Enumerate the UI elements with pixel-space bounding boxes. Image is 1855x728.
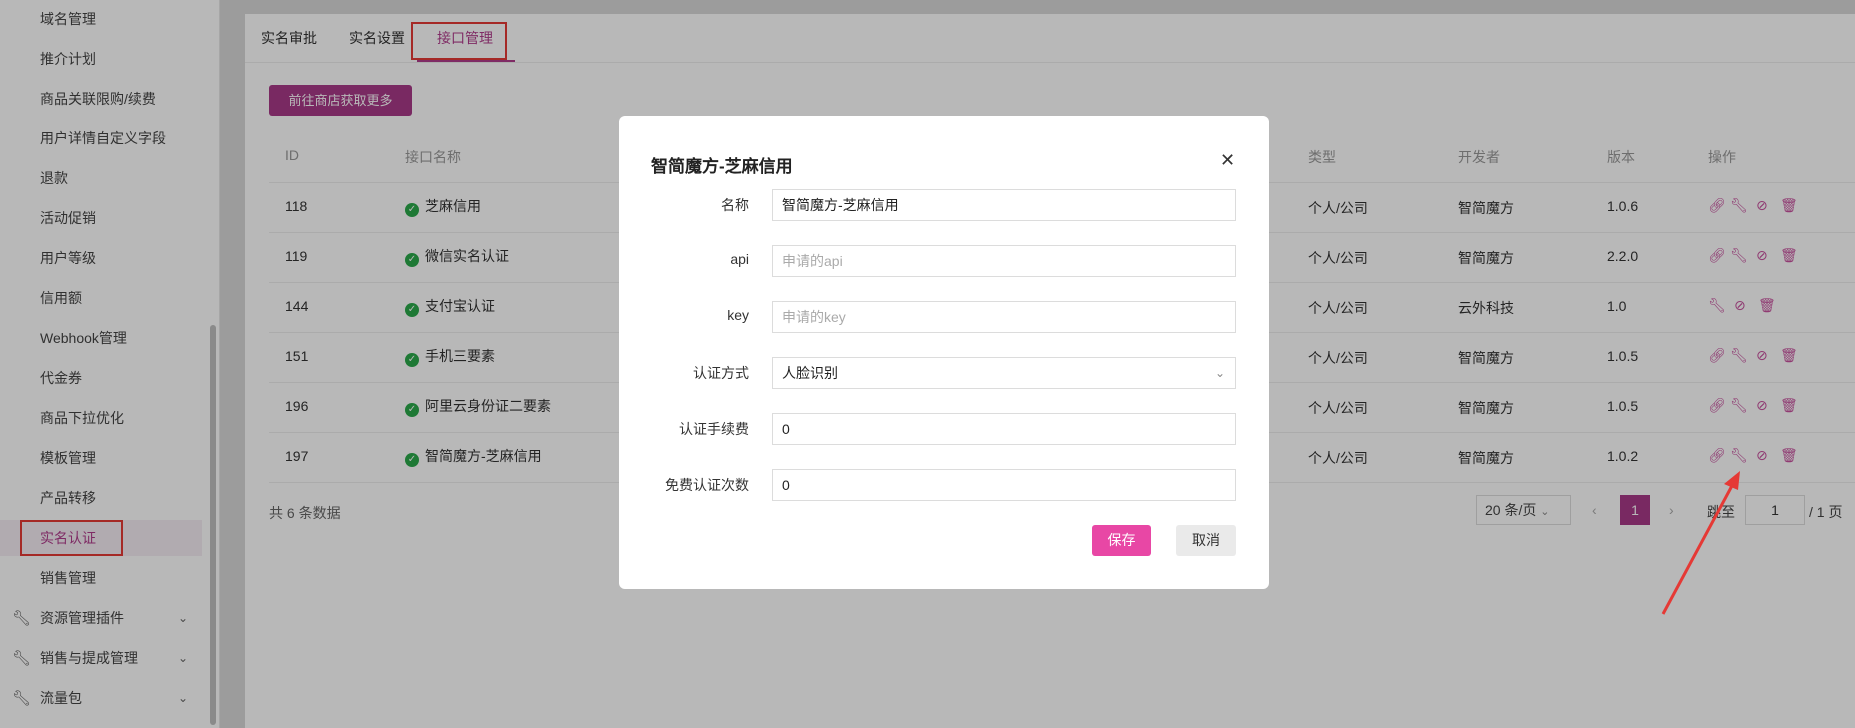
fee-field[interactable]: 0 bbox=[772, 413, 1236, 445]
api-field[interactable]: 申请的api bbox=[772, 245, 1236, 277]
free-count-field[interactable]: 0 bbox=[772, 469, 1236, 501]
key-label: key bbox=[727, 307, 749, 323]
free-count-label: 免费认证次数 bbox=[665, 477, 749, 493]
save-button[interactable]: 保存 bbox=[1092, 525, 1151, 556]
auth-method-value: 人脸识别 bbox=[782, 365, 838, 381]
dialog-title: 智简魔方-芝麻信用 bbox=[651, 157, 793, 176]
name-label: 名称 bbox=[721, 197, 749, 213]
api-config-dialog: 智简魔方-芝麻信用 ✕ 名称 智简魔方-芝麻信用 api 申请的api key … bbox=[619, 116, 1269, 589]
chevron-down-icon: ⌄ bbox=[1214, 366, 1225, 380]
key-field[interactable]: 申请的key bbox=[772, 301, 1236, 333]
api-label: api bbox=[730, 251, 749, 267]
cancel-button[interactable]: 取消 bbox=[1176, 525, 1236, 556]
auth-method-label: 认证方式 bbox=[693, 365, 749, 381]
fee-label: 认证手续费 bbox=[679, 421, 749, 437]
auth-method-select[interactable]: 人脸识别 ⌄ bbox=[772, 357, 1236, 389]
close-icon[interactable]: ✕ bbox=[1220, 150, 1235, 171]
name-field[interactable]: 智简魔方-芝麻信用 bbox=[772, 189, 1236, 221]
